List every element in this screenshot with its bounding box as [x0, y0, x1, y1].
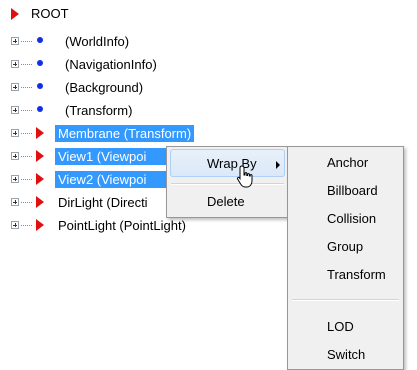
submenu-item-label: LOD	[327, 319, 354, 334]
context-menu: Wrap By Delete	[166, 146, 289, 218]
tree-node-label: (WorldInfo)	[65, 34, 130, 49]
submenu-item-label: Transform	[327, 267, 386, 282]
bullet-icon	[37, 106, 43, 112]
hand-cursor-icon	[236, 165, 253, 188]
tree-connector	[21, 225, 32, 226]
tree-node-label: PointLight (PointLight)	[58, 218, 186, 233]
root-triangle-icon	[11, 8, 19, 20]
submenu-item-transform[interactable]: Transform	[288, 262, 403, 288]
expand-icon[interactable]	[11, 175, 19, 183]
tree-node-background[interactable]: (Background)	[0, 78, 200, 97]
submenu-item-label: Switch	[327, 347, 366, 362]
tree-node-transform[interactable]: (Transform)	[0, 101, 200, 120]
submenu-item-switch[interactable]: Switch	[288, 342, 403, 368]
menu-item-wrap-by[interactable]: Wrap By	[167, 150, 288, 176]
submenu-item-anchor[interactable]: Anchor	[288, 150, 403, 176]
bullet-icon	[37, 37, 43, 43]
menu-item-delete[interactable]: Delete	[167, 189, 288, 215]
submenu-item-label: Billboard	[327, 183, 378, 198]
submenu-item-group[interactable]: Group	[288, 234, 403, 260]
tree-connector	[21, 179, 32, 180]
tree-node-navigationinfo[interactable]: (NavigationInfo)	[0, 55, 200, 74]
tree-node-label: DirLight (Directi	[58, 195, 148, 210]
submenu-item-label: Group	[327, 239, 364, 254]
submenu-item-billboard[interactable]: Billboard	[288, 178, 403, 204]
red-triangle-icon	[36, 173, 44, 185]
bullet-icon	[37, 60, 43, 66]
submenu-item-lod[interactable]: LOD	[288, 314, 403, 340]
red-triangle-icon	[36, 150, 44, 162]
tree-node-view2[interactable]: View2 (Viewpoi	[0, 170, 166, 189]
tree-connector	[21, 156, 32, 157]
tree-node-label: View2 (Viewpoi	[55, 171, 166, 188]
menu-item-label: Delete	[207, 194, 245, 209]
tree-node-label: (NavigationInfo)	[65, 57, 157, 72]
tree-node-membrane[interactable]: Membrane (Transform)	[0, 124, 240, 143]
tree-node-view1[interactable]: View1 (Viewpoi	[0, 147, 166, 166]
tree-connector	[21, 87, 32, 88]
tree-connector	[21, 64, 32, 65]
wrap-by-submenu: Anchor Billboard Collision Group Transfo…	[287, 146, 404, 370]
bullet-icon	[37, 83, 43, 89]
submenu-item-collision[interactable]: Collision	[288, 206, 403, 232]
tree-node-label: (Background)	[65, 80, 144, 95]
tree-connector	[21, 133, 32, 134]
expand-icon[interactable]	[11, 152, 19, 160]
expand-icon[interactable]	[11, 129, 19, 137]
expand-icon[interactable]	[11, 221, 19, 229]
tree-node-worldinfo[interactable]: (WorldInfo)	[0, 32, 200, 51]
tree-node-label: (Transform)	[65, 103, 133, 118]
tree-root[interactable]: ROOT	[0, 0, 120, 21]
tree-root-label: ROOT	[31, 6, 69, 21]
menu-separator	[171, 183, 284, 185]
red-triangle-icon	[36, 196, 44, 208]
expand-icon[interactable]	[11, 106, 19, 114]
tree-connector	[21, 110, 32, 111]
red-triangle-icon	[36, 219, 44, 231]
expand-icon[interactable]	[11, 60, 19, 68]
submenu-arrow-icon	[276, 161, 280, 169]
tree-connector	[21, 41, 32, 42]
tree-node-dirlight[interactable]: DirLight (Directi	[0, 193, 166, 212]
expand-icon[interactable]	[11, 198, 19, 206]
expand-icon[interactable]	[11, 37, 19, 45]
tree-node-pointlight[interactable]: PointLight (PointLight)	[0, 216, 240, 235]
tree-node-label: Membrane (Transform)	[55, 125, 195, 142]
submenu-item-label: Anchor	[327, 155, 369, 170]
submenu-item-label: Collision	[327, 211, 377, 226]
red-triangle-icon	[36, 127, 44, 139]
expand-icon[interactable]	[11, 83, 19, 91]
menu-separator	[292, 299, 399, 301]
tree-connector	[21, 202, 32, 203]
tree-node-label: View1 (Viewpoi	[55, 148, 166, 165]
